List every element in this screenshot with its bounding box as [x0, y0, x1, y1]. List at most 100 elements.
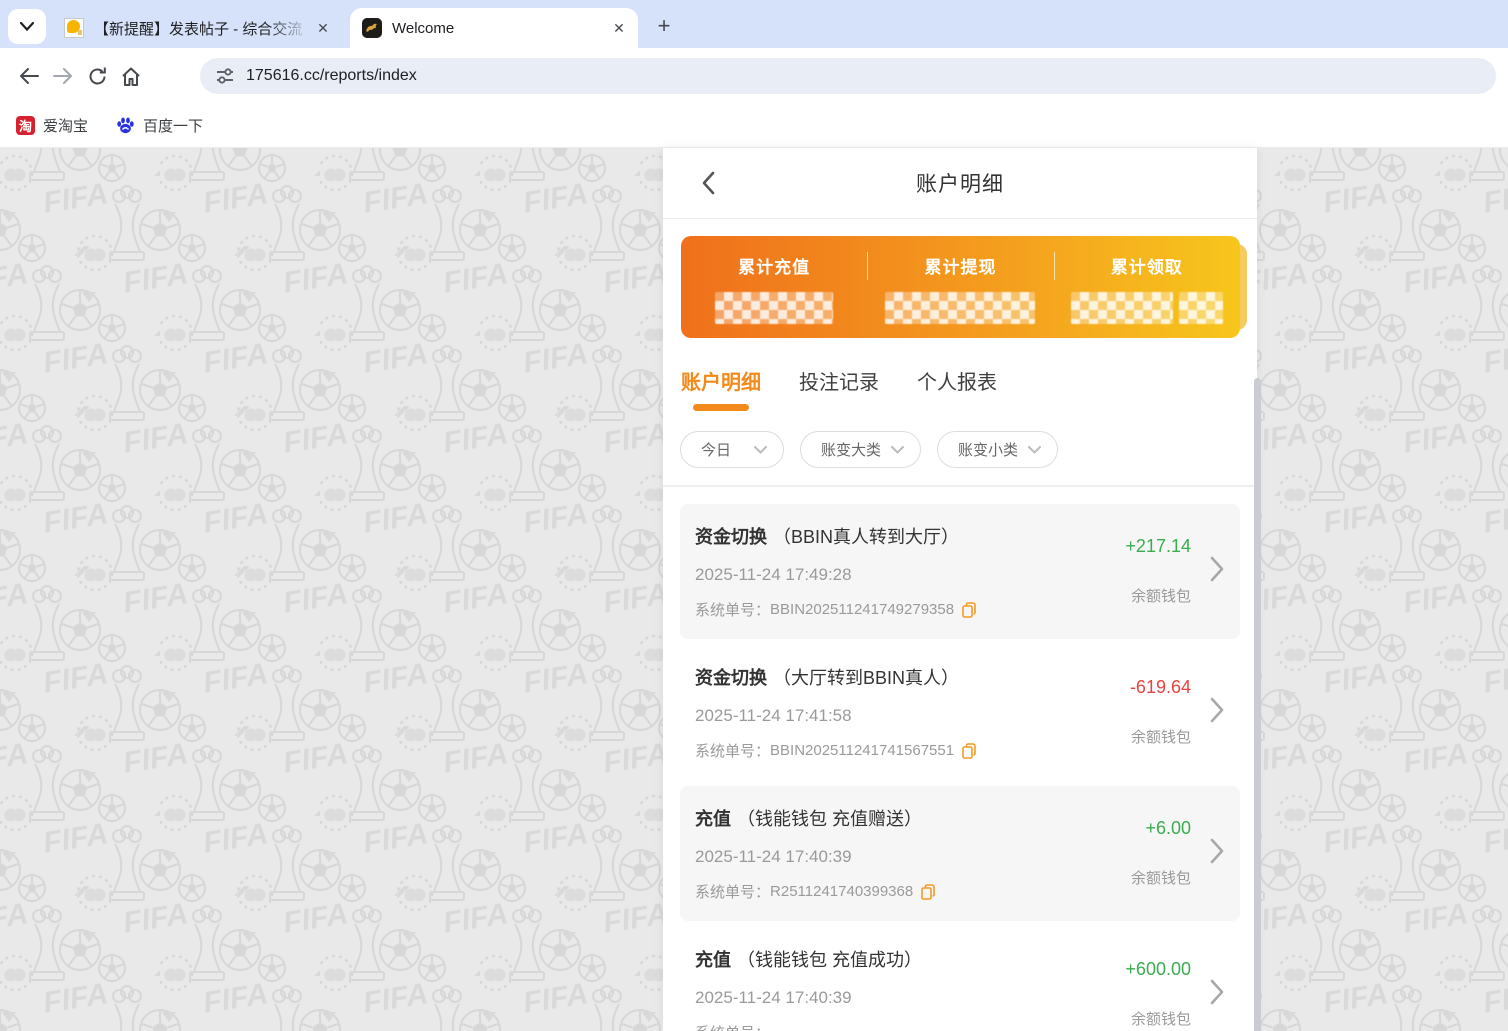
masked-value [1071, 292, 1173, 324]
report-tabs: 账户明细 投注记录 个人报表 [663, 338, 1257, 411]
bookmark-baidu[interactable]: 百度一下 [116, 115, 203, 136]
record-amount: +6.00 [1131, 818, 1191, 839]
order-label: 系统单号： [695, 881, 770, 902]
filter-date[interactable]: 今日 [680, 431, 784, 468]
bookmarks-bar: 淘 爱淘宝 百度一下 [0, 104, 1508, 148]
scrollbar[interactable] [1254, 378, 1261, 1031]
record-subtitle: （钱能钱包 充值赠送） [737, 805, 922, 831]
tab-personal-report[interactable]: 个人报表 [917, 366, 997, 411]
reload-icon [87, 66, 108, 87]
record-wallet: 余额钱包 [1125, 1008, 1191, 1029]
url-bar[interactable]: 175616.cc/reports/index [200, 58, 1496, 94]
tab-welcome[interactable]: Welcome ✕ [350, 8, 638, 48]
copy-icon[interactable] [962, 602, 976, 618]
order-number: R2511241740399368 [770, 883, 913, 900]
filter-label: 今日 [701, 439, 731, 460]
filter-minor-type[interactable]: 账变小类 [937, 431, 1058, 468]
transaction-record[interactable]: 资金切换 （大厅转到BBIN真人） 2025-11-24 17:41:58 系统… [680, 645, 1240, 780]
copy-icon[interactable] [962, 743, 976, 759]
record-time: 2025-11-24 17:49:28 [695, 565, 1170, 585]
chevron-left-icon [701, 171, 715, 195]
record-time: 2025-11-24 17:41:58 [695, 706, 1170, 726]
close-tab-icon[interactable]: ✕ [310, 15, 336, 41]
order-label: 系统单号： [695, 599, 770, 620]
forward-button[interactable] [46, 59, 80, 93]
browser-window: 【新提醒】发表帖子 - 综合交流 ✕ Welcome ✕ + [0, 0, 1508, 1031]
forward-arrow-icon [52, 66, 74, 86]
transaction-record[interactable]: 资金切换 （BBIN真人转到大厅） 2025-11-24 17:49:28 系统… [680, 504, 1240, 639]
baidu-paw-icon [116, 116, 135, 135]
transaction-record[interactable]: 充值 （钱能钱包 充值赠送） 2025-11-24 17:40:39 系统单号：… [680, 786, 1240, 921]
copy-icon[interactable] [921, 884, 935, 900]
record-subtitle: （钱能钱包 充值成功） [737, 946, 922, 972]
masked-value [885, 292, 1035, 324]
taobao-icon: 淘 [16, 116, 35, 135]
reload-button[interactable] [80, 59, 114, 93]
record-amount: +600.00 [1125, 959, 1191, 980]
account-detail-panel: 账户明细 累计充值 累计提现 累计领取 [663, 148, 1257, 1031]
record-type: 充值 [695, 805, 731, 831]
welcome-favicon [362, 18, 382, 38]
totals-card: 累计充值 累计提现 累计领取 [681, 236, 1240, 338]
url-text[interactable]: 175616.cc/reports/index [246, 67, 417, 85]
record-subtitle: （BBIN真人转到大厅） [773, 523, 959, 549]
chevron-down-icon [891, 446, 904, 454]
page-title: 账户明细 [916, 168, 1004, 198]
transaction-record[interactable]: 充值 （钱能钱包 充值成功） 2025-11-24 17:40:39 系统单号：… [680, 927, 1240, 1031]
home-icon [120, 66, 142, 87]
record-type: 资金切换 [695, 523, 767, 549]
site-settings-icon [216, 68, 234, 84]
gold-dragon-icon [365, 22, 379, 34]
totals-card-stack: 累计充值 累计提现 累计领取 [681, 236, 1240, 338]
page-content: FIFA [0, 148, 1508, 1031]
record-type: 资金切换 [695, 664, 767, 690]
tab-title: Welcome [392, 20, 606, 37]
order-number: BBIN202511241749279358 [770, 601, 954, 618]
transaction-list: 资金切换 （BBIN真人转到大厅） 2025-11-24 17:49:28 系统… [663, 487, 1257, 1031]
new-tab-button[interactable]: + [648, 10, 680, 42]
chevron-right-icon [1210, 979, 1224, 1005]
record-amount: -619.64 [1130, 677, 1191, 698]
bookmark-label: 百度一下 [143, 115, 203, 136]
browser-toolbar: 175616.cc/reports/index [0, 48, 1508, 104]
filter-major-type[interactable]: 账变大类 [800, 431, 921, 468]
tab-forum[interactable]: 【新提醒】发表帖子 - 综合交流 ✕ [52, 8, 342, 48]
record-time: 2025-11-24 17:40:39 [695, 988, 1170, 1008]
tab-strip: 【新提醒】发表帖子 - 综合交流 ✕ Welcome ✕ + [0, 0, 1508, 48]
back-button[interactable] [12, 59, 46, 93]
panel-header: 账户明细 [663, 148, 1257, 219]
chevron-right-icon [1210, 556, 1224, 582]
forum-favicon [64, 18, 84, 38]
filter-row: 今日 账变大类 账变小类 [663, 411, 1257, 485]
tab-account-detail[interactable]: 账户明细 [681, 366, 761, 411]
masked-value [1179, 292, 1223, 324]
tab-search-button[interactable] [8, 9, 46, 44]
record-subtitle: （大厅转到BBIN真人） [773, 664, 959, 690]
bookmark-label: 爱淘宝 [43, 115, 88, 136]
tab-bet-records[interactable]: 投注记录 [799, 366, 879, 411]
chevron-right-icon [1210, 838, 1224, 864]
record-amount: +217.14 [1125, 536, 1191, 557]
stat-label: 累计领取 [1111, 253, 1183, 278]
total-deposit: 累计充值 [681, 236, 867, 338]
back-button[interactable] [691, 166, 725, 200]
record-wallet: 余额钱包 [1131, 867, 1191, 888]
order-label: 系统单号： [695, 740, 770, 761]
chevron-down-icon [1028, 446, 1041, 454]
tab-title: 【新提醒】发表帖子 - 综合交流 [94, 18, 310, 39]
record-wallet: 余额钱包 [1130, 726, 1191, 747]
masked-value [715, 292, 833, 324]
filter-label: 账变大类 [821, 439, 881, 460]
order-label: 系统单号： [695, 1022, 770, 1031]
home-button[interactable] [114, 59, 148, 93]
chevron-down-icon [20, 22, 34, 31]
back-arrow-icon [18, 66, 40, 86]
stat-label: 累计提现 [924, 253, 996, 278]
record-wallet: 余额钱包 [1125, 585, 1191, 606]
order-number: BBIN202511241741567551 [770, 742, 954, 759]
close-tab-icon[interactable]: ✕ [606, 15, 632, 41]
bookmark-taobao[interactable]: 淘 爱淘宝 [16, 115, 88, 136]
filter-label: 账变小类 [958, 439, 1018, 460]
total-claimed: 累计领取 [1054, 236, 1240, 338]
record-type: 充值 [695, 946, 731, 972]
